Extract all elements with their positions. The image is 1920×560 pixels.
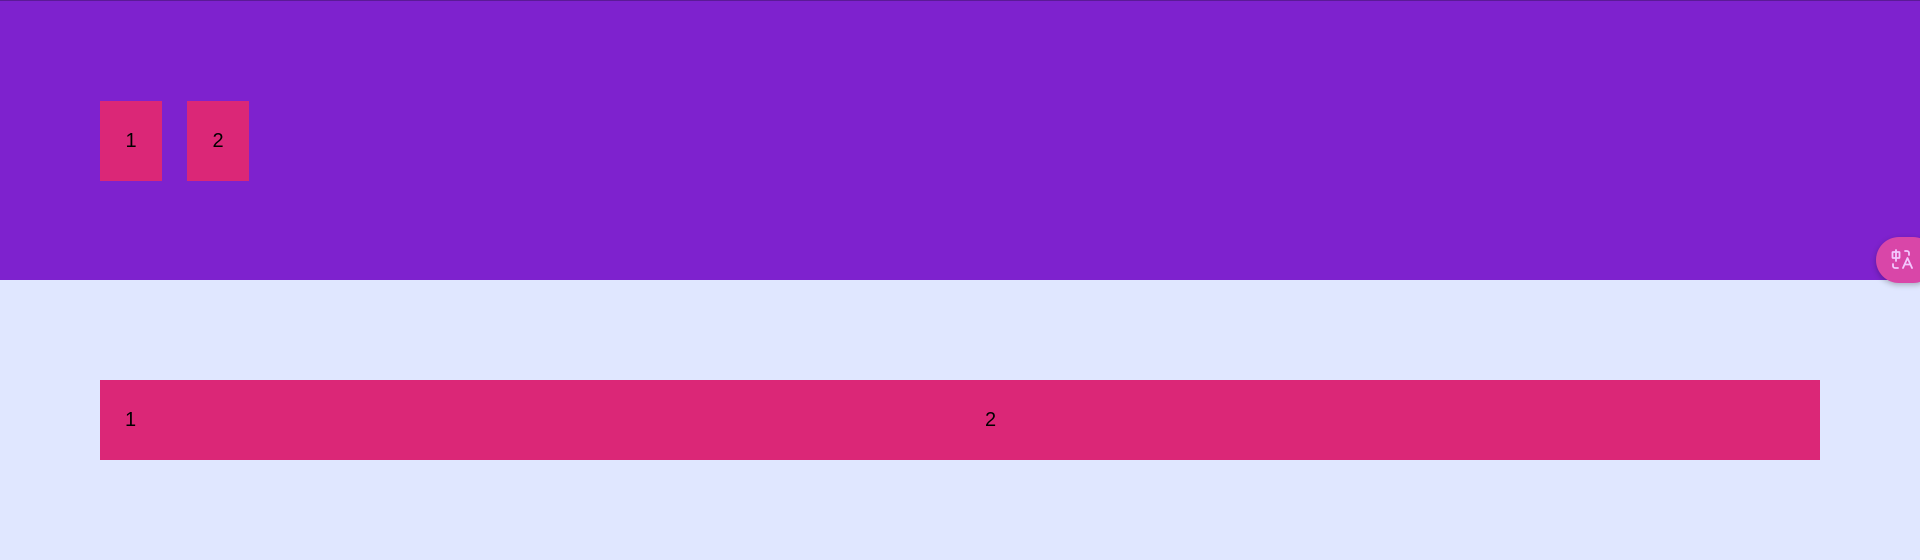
top-box-2-label: 2 bbox=[212, 130, 224, 152]
translate-icon bbox=[1890, 248, 1914, 272]
bottom-box-2: 2 bbox=[960, 380, 1820, 460]
bottom-section: 1 2 bbox=[0, 280, 1920, 560]
top-box-1-label: 1 bbox=[125, 130, 137, 152]
top-box-2: 2 bbox=[187, 101, 249, 181]
bottom-box-1-label: 1 bbox=[125, 408, 137, 431]
top-section: 1 2 bbox=[0, 0, 1920, 280]
translate-button[interactable] bbox=[1876, 237, 1920, 283]
bottom-row: 1 2 bbox=[100, 380, 1820, 460]
bottom-box-1: 1 bbox=[100, 380, 960, 460]
bottom-box-2-label: 2 bbox=[985, 408, 997, 431]
top-box-1: 1 bbox=[100, 101, 162, 181]
